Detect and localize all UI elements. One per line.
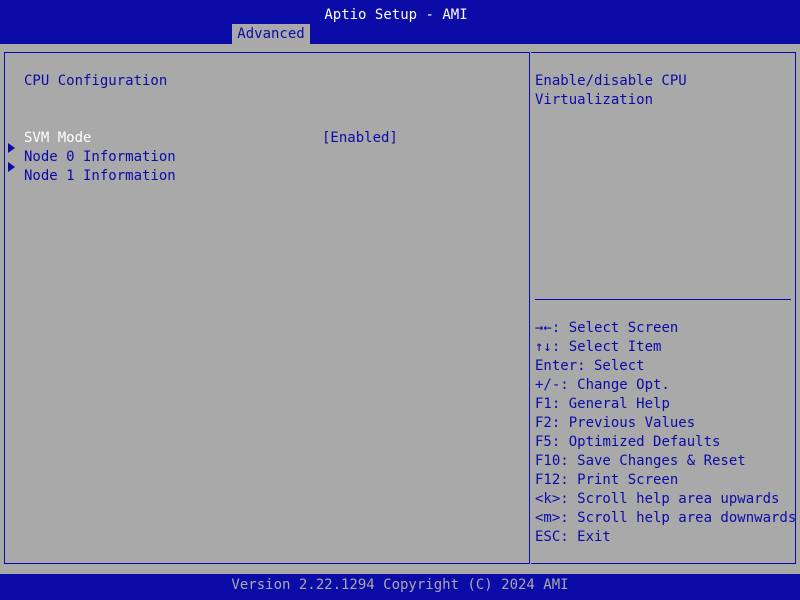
node-1-label: Node 1 Information bbox=[24, 168, 176, 184]
submenu-arrow-icon bbox=[8, 162, 15, 172]
key-legend-item: +/-: Change Opt. bbox=[535, 377, 670, 393]
help-line-2: Virtualization bbox=[535, 92, 654, 108]
left-right-arrows-icon: →←: bbox=[535, 320, 561, 336]
key-legend-item: F10: Save Changes & Reset bbox=[535, 453, 746, 469]
svm-mode-value[interactable]: [Enabled] bbox=[322, 129, 398, 148]
section-title: CPU Configuration bbox=[24, 73, 168, 89]
key-legend-item: F12: Print Screen bbox=[535, 472, 679, 488]
bios-screen: Aptio Setup - AMI Advanced CPU Configura… bbox=[0, 0, 800, 600]
tab-advanced[interactable]: Advanced bbox=[232, 24, 310, 44]
help-divider bbox=[535, 299, 791, 300]
main-area: CPU Configuration SVM Mode [Enabled] Nod… bbox=[0, 44, 800, 574]
footer-bar: Version 2.22.1294 Copyright (C) 2024 AMI bbox=[0, 574, 800, 600]
key-legend-item: ↑↓: Select Item bbox=[535, 339, 662, 355]
key-legend-item: ESC: Exit bbox=[535, 529, 611, 545]
key-legend-item: F2: Previous Values bbox=[535, 415, 696, 431]
up-down-arrows-icon: ↑↓: bbox=[535, 339, 561, 355]
submenu-arrow-icon bbox=[8, 143, 15, 153]
settings-panel: CPU Configuration SVM Mode [Enabled] Nod… bbox=[4, 52, 530, 564]
version-copyright: Version 2.22.1294 Copyright (C) 2024 AMI bbox=[231, 577, 569, 593]
key-legend-item: F1: General Help bbox=[535, 396, 670, 412]
key-legend-item: →←: Select Screen bbox=[535, 320, 679, 336]
key-legend-item: F5: Optimized Defaults bbox=[535, 434, 721, 450]
help-line-1: Enable/disable CPU bbox=[535, 73, 687, 89]
key-legend-item: <k>: Scroll help area upwards bbox=[535, 491, 780, 507]
header-bar: Aptio Setup - AMI Advanced bbox=[0, 0, 800, 44]
node-0-label: Node 0 Information bbox=[24, 149, 176, 165]
key-legend-item: Enter: Select bbox=[535, 358, 645, 374]
svm-mode-label: SVM Mode bbox=[24, 130, 92, 146]
key-legend-item: <m>: Scroll help area downwards bbox=[535, 510, 797, 526]
app-title: Aptio Setup - AMI bbox=[324, 7, 468, 23]
help-panel: Enable/disable CPU Virtualization →←: Se… bbox=[531, 52, 796, 564]
